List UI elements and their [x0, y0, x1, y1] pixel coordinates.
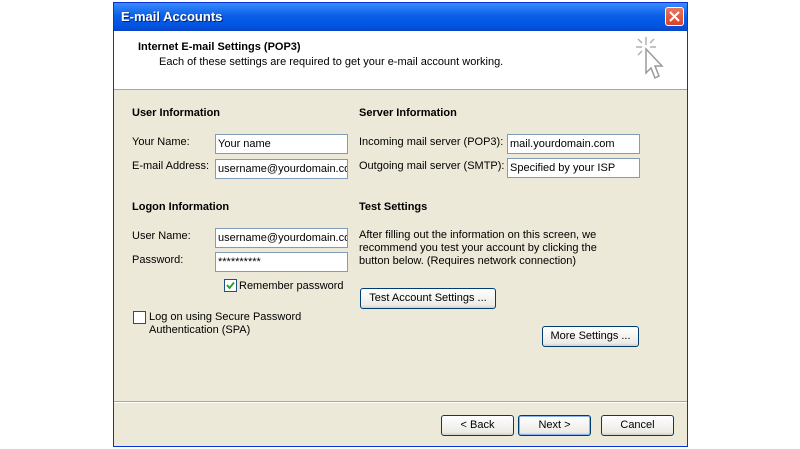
incoming-server-label: Incoming mail server (POP3): — [359, 136, 504, 148]
more-settings-button[interactable]: More Settings ... — [542, 326, 639, 347]
password-input[interactable]: ********** — [215, 252, 348, 272]
remember-password-checkbox[interactable] — [224, 279, 237, 292]
test-description-line3: button below. (Requires network connecti… — [359, 255, 577, 267]
your-name-label: Your Name: — [132, 136, 190, 148]
test-description-line1: After filling out the information on thi… — [359, 229, 597, 241]
outgoing-server-label: Outgoing mail server (SMTP): — [359, 160, 505, 172]
test-settings-heading: Test Settings — [359, 201, 428, 213]
email-address-label: E-mail Address: — [132, 160, 210, 172]
spa-checkbox[interactable] — [133, 311, 146, 324]
test-account-settings-button[interactable]: Test Account Settings ... — [360, 288, 496, 309]
wizard-header: Internet E-mail Settings (POP3) Each of … — [114, 31, 687, 90]
back-button[interactable]: < Back — [441, 415, 514, 436]
next-button[interactable]: Next > — [518, 415, 591, 436]
title-bar[interactable]: E-mail Accounts — [114, 3, 687, 31]
window-title: E-mail Accounts — [121, 9, 223, 24]
user-information-heading: User Information — [132, 107, 221, 119]
email-accounts-dialog: E-mail Accounts Internet E-mail Settings… — [113, 2, 688, 447]
footer-separator — [114, 401, 687, 403]
cancel-button[interactable]: Cancel — [601, 415, 674, 436]
server-information-heading: Server Information — [359, 107, 457, 119]
outgoing-server-input[interactable]: Specified by your ISP — [507, 158, 640, 178]
spa-label-line2[interactable]: Authentication (SPA) — [149, 324, 250, 336]
header-title: Internet E-mail Settings (POP3) — [138, 41, 301, 53]
logon-information-heading: Logon Information — [132, 201, 230, 213]
user-name-label: User Name: — [132, 230, 191, 242]
remember-password-label[interactable]: Remember password — [239, 280, 344, 292]
close-button[interactable] — [665, 7, 684, 26]
spa-label-line1[interactable]: Log on using Secure Password — [149, 311, 301, 323]
checkmark-icon — [226, 281, 235, 290]
your-name-input[interactable]: Your name — [215, 134, 348, 154]
close-icon — [669, 11, 680, 22]
email-address-input[interactable]: username@yourdomain.co — [215, 159, 348, 179]
incoming-server-input[interactable]: mail.yourdomain.com — [507, 134, 640, 154]
wizard-cursor-icon — [636, 37, 664, 80]
test-description-line2: recommend you test your account by click… — [359, 242, 597, 254]
user-name-input[interactable]: username@yourdomain.co — [215, 228, 348, 248]
password-label: Password: — [132, 254, 184, 266]
header-subtitle: Each of these settings are required to g… — [159, 56, 504, 68]
